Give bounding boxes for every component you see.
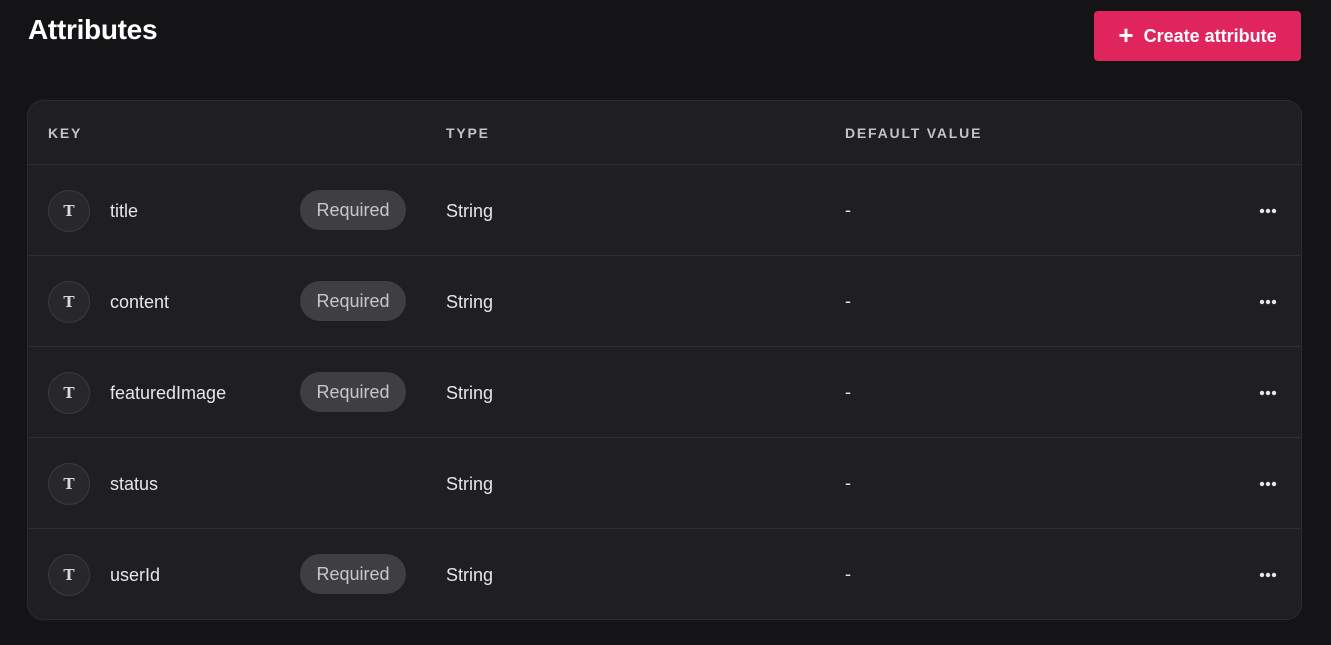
attribute-type: String — [446, 383, 494, 403]
attribute-default-value: - — [845, 564, 851, 584]
attribute-type: String — [446, 292, 494, 312]
table-header: KEY TYPE DEFAULT VALUE — [28, 101, 1301, 165]
attribute-type: String — [446, 201, 494, 221]
table-row[interactable]: Tstatus String - — [28, 438, 1301, 529]
attribute-default-value: - — [845, 473, 851, 493]
required-badge: Required — [300, 190, 406, 230]
attribute-default-value: - — [845, 291, 851, 311]
column-header-type: TYPE — [446, 125, 490, 141]
table-row[interactable]: TuserId Required String - — [28, 529, 1301, 619]
attribute-key: featuredImage — [110, 383, 227, 403]
attribute-key: status — [110, 474, 159, 494]
attribute-key: userId — [110, 565, 161, 585]
text-type-icon: T — [48, 554, 90, 596]
text-type-icon: T — [48, 190, 90, 232]
attribute-default-value: - — [845, 200, 851, 220]
attributes-page: Attributes + Create attribute KEY TYPE D… — [0, 0, 1331, 645]
attribute-type: String — [446, 565, 494, 585]
table-row[interactable]: Tcontent Required String - — [28, 256, 1301, 347]
table-row[interactable]: TfeaturedImage Required String - — [28, 347, 1301, 438]
attribute-type: String — [446, 474, 494, 494]
required-badge: Required — [300, 281, 406, 321]
create-attribute-label: Create attribute — [1143, 25, 1277, 46]
more-horizontal-icon[interactable] — [1254, 472, 1282, 496]
attributes-table: KEY TYPE DEFAULT VALUE Ttitle Required Str… — [27, 100, 1302, 620]
page-title: Attributes — [28, 14, 158, 45]
table-row[interactable]: Ttitle Required String - — [28, 165, 1301, 256]
column-header-key: KEY — [48, 125, 83, 141]
plus-icon: + — [1118, 20, 1134, 50]
create-attribute-button[interactable]: + Create attribute — [1094, 11, 1301, 61]
more-horizontal-icon[interactable] — [1254, 563, 1282, 587]
attribute-key: content — [110, 292, 170, 312]
column-header-default-value: DEFAULT VALUE — [845, 125, 983, 141]
required-badge: Required — [300, 372, 406, 412]
attribute-default-value: - — [845, 382, 851, 402]
text-type-icon: T — [48, 281, 90, 323]
more-horizontal-icon[interactable] — [1254, 290, 1282, 314]
text-type-icon: T — [48, 372, 90, 414]
required-badge: Required — [300, 554, 406, 594]
text-type-icon: T — [48, 463, 90, 505]
more-horizontal-icon[interactable] — [1254, 199, 1282, 223]
table-body: Ttitle Required String - Tcontent Required St… — [28, 165, 1301, 619]
more-horizontal-icon[interactable] — [1254, 381, 1282, 405]
attribute-key: title — [110, 201, 139, 221]
